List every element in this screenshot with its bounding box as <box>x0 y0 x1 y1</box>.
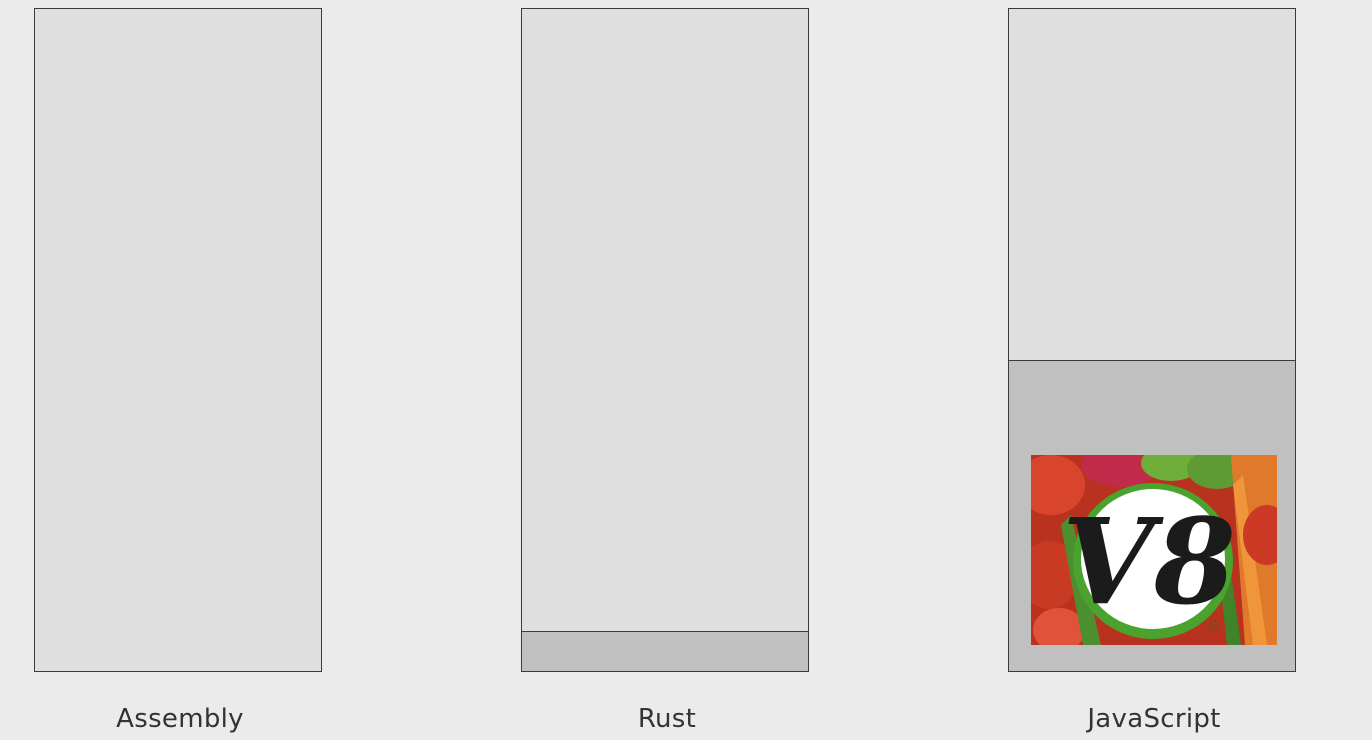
column-rust-fill <box>522 631 808 671</box>
label-javascript: JavaScript <box>1087 704 1221 734</box>
label-assembly: Assembly <box>116 704 244 734</box>
column-rust <box>521 8 809 672</box>
v8-logo-icon: V8 <box>1031 455 1277 645</box>
column-javascript-fill: V8 <box>1009 360 1295 671</box>
v8-logo-text: V8 <box>1062 492 1236 631</box>
column-javascript: V8 <box>1008 8 1296 672</box>
column-assembly <box>34 8 322 672</box>
label-rust: Rust <box>637 704 697 734</box>
diagram-stage: V8 Assembly Rust JavaScript <box>0 0 1372 740</box>
